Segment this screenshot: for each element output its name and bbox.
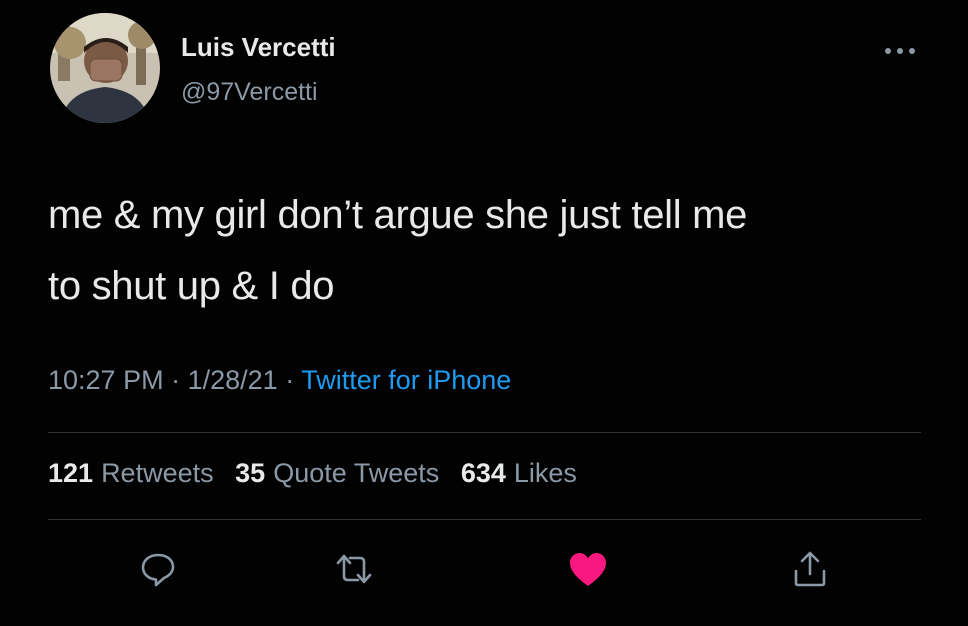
tweet-time[interactable]: 10:27 PM (48, 365, 164, 395)
display-name[interactable]: Luis Vercetti (181, 32, 336, 63)
share-button[interactable] (788, 547, 832, 591)
retweets-stat[interactable]: 121 Retweets (48, 458, 214, 488)
likes-stat[interactable]: 634 Likes (461, 458, 577, 488)
tweet-source-link[interactable]: Twitter for iPhone (301, 365, 511, 395)
more-options-button[interactable] (878, 38, 922, 64)
retweets-count: 121 (48, 458, 94, 488)
likes-count: 634 (460, 458, 506, 488)
tweet-stats: 121 Retweets 35 Quote Tweets 634 Likes (48, 458, 591, 489)
like-button[interactable] (566, 547, 610, 591)
likes-label: Likes (513, 458, 577, 488)
quote-tweets-stat[interactable]: 35 Quote Tweets (235, 458, 439, 488)
divider (48, 432, 921, 433)
quote-tweets-count: 35 (235, 458, 266, 488)
avatar[interactable] (50, 13, 160, 123)
tweet-text-line: to shut up & I do (48, 264, 335, 308)
meta-separator: · (171, 365, 181, 395)
quote-tweets-label: Quote Tweets (273, 458, 440, 488)
meta-separator: · (285, 365, 295, 395)
reply-button[interactable] (136, 547, 180, 591)
heart-icon (570, 553, 606, 586)
reply-icon (141, 553, 175, 587)
tweet-text-line: me & my girl don’t argue she just tell m… (48, 193, 748, 237)
retweet-icon (336, 554, 372, 584)
divider (48, 519, 921, 520)
retweets-label: Retweets (101, 458, 214, 488)
user-handle[interactable]: @97Vercetti (181, 78, 318, 107)
tweet-date[interactable]: 1/28/21 (188, 365, 278, 395)
retweet-button[interactable] (332, 547, 376, 591)
tweet-meta: 10:27 PM · 1/28/21 · Twitter for iPhone (48, 365, 511, 396)
tweet-card: Luis Vercetti @97Vercetti me & my girl d… (0, 0, 968, 626)
tweet-text: me & my girl don’t argue she just tell m… (48, 180, 928, 322)
share-icon (794, 551, 826, 587)
more-icon (885, 48, 915, 54)
